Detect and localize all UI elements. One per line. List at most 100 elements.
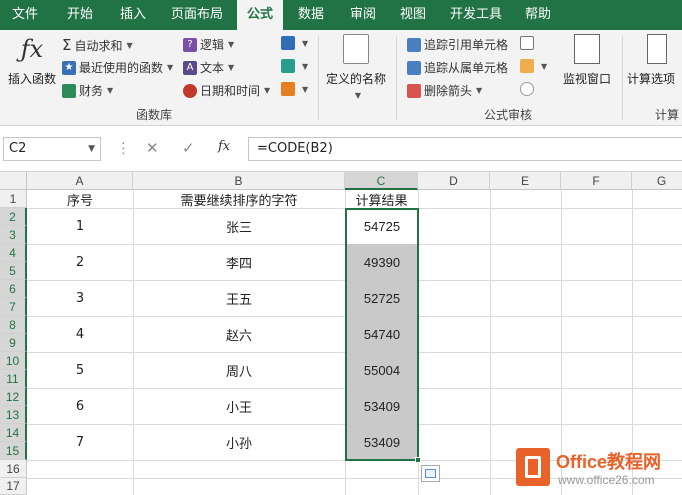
row-header-14[interactable]: 14: [0, 424, 27, 442]
cell-result[interactable]: 49390: [346, 244, 418, 280]
lookup-button[interactable]: ▼: [281, 36, 308, 50]
header-cell-result[interactable]: 计算结果: [345, 190, 418, 209]
auto-fill-options-button[interactable]: [421, 465, 440, 482]
select-all-corner[interactable]: [0, 172, 27, 190]
cell-result[interactable]: 54725: [346, 208, 418, 244]
column-header-a[interactable]: A: [27, 172, 133, 190]
row-header-9[interactable]: 9: [0, 334, 27, 352]
tab-file[interactable]: 文件: [0, 0, 50, 30]
cell-seq[interactable]: 1: [27, 208, 133, 244]
row-header-17[interactable]: 17: [0, 478, 27, 495]
ribbon: ƒx 插入函数 Σ 自动求和 ▼ ★ 最近使用的函数 ▼ 财务 ▼ ? 逻辑 ▼ A 文…: [0, 30, 682, 126]
cell-result[interactable]: 53409: [346, 388, 418, 424]
cell-char[interactable]: 赵六: [133, 316, 345, 352]
row-header-13[interactable]: 13: [0, 406, 27, 424]
tab-insert[interactable]: 插入: [108, 0, 158, 30]
logic-button[interactable]: ? 逻辑 ▼: [183, 36, 234, 53]
row-header-6[interactable]: 6: [0, 280, 27, 298]
cell-char[interactable]: 张三: [133, 208, 345, 244]
row-header-1[interactable]: 1: [0, 190, 27, 208]
more-functions-button[interactable]: ▼: [281, 82, 308, 96]
tab-review[interactable]: 审阅: [340, 0, 386, 30]
error-checking-button[interactable]: ▼: [520, 59, 547, 73]
enter-icon[interactable]: ✓: [182, 139, 195, 157]
cell-char[interactable]: 周八: [133, 352, 345, 388]
tab-view[interactable]: 视图: [390, 0, 436, 30]
row-header-15[interactable]: 15: [0, 442, 27, 460]
formula-auditing-group-label: 公式审核: [484, 108, 533, 122]
tab-help[interactable]: 帮助: [515, 0, 561, 30]
chevron-down-icon: ▼: [476, 86, 483, 95]
insert-function-label: 插入函数: [7, 72, 56, 86]
cell-char[interactable]: 小孙: [133, 424, 345, 460]
cell-seq[interactable]: 3: [27, 280, 133, 316]
chevron-down-icon: ▼: [167, 63, 174, 72]
chevron-down-icon: ▼: [107, 86, 114, 95]
cell-result[interactable]: 55004: [346, 352, 418, 388]
chevron-down-icon: ▼: [302, 84, 309, 94]
cell-char[interactable]: 小王: [133, 388, 345, 424]
datetime-button[interactable]: 日期和时间 ▼: [183, 82, 270, 99]
watch-window-button[interactable]: 监视窗口: [559, 34, 615, 87]
evaluate-formula-button[interactable]: [520, 82, 537, 96]
finance-button[interactable]: 财务 ▼: [62, 82, 113, 99]
math-button[interactable]: ▼: [281, 59, 308, 73]
tab-formulas[interactable]: 公式: [237, 0, 283, 30]
row-header-2[interactable]: 2: [0, 208, 27, 226]
cell-char[interactable]: 王五: [133, 280, 345, 316]
cell-seq[interactable]: 2: [27, 244, 133, 280]
ribbon-divider: [318, 36, 319, 120]
column-header-c[interactable]: C: [345, 172, 418, 190]
fill-handle[interactable]: [415, 457, 421, 463]
cell-seq[interactable]: 5: [27, 352, 133, 388]
formula-input[interactable]: =CODE(B2): [248, 137, 682, 161]
remove-arrows-button[interactable]: 删除箭头 ▼: [407, 82, 482, 99]
tab-page-layout[interactable]: 页面布局: [162, 0, 232, 30]
row-header-3[interactable]: 3: [0, 226, 27, 244]
name-box[interactable]: C2 ▼: [3, 137, 101, 161]
cell-result[interactable]: 54740: [346, 316, 418, 352]
column-header-g[interactable]: G: [632, 172, 682, 190]
row-header-16[interactable]: 16: [0, 460, 27, 478]
header-cell-chars[interactable]: 需要继续排序的字符: [133, 190, 345, 209]
cell-seq[interactable]: 7: [27, 424, 133, 460]
column-header-e[interactable]: E: [490, 172, 561, 190]
cancel-icon[interactable]: ✕: [146, 139, 159, 157]
calculation-group-label: 计算: [655, 108, 680, 122]
column-header-d[interactable]: D: [418, 172, 490, 190]
show-formulas-button[interactable]: [520, 36, 537, 50]
insert-function-icon[interactable]: fx: [218, 139, 230, 154]
tab-home[interactable]: 开始: [55, 0, 105, 30]
chevron-down-icon: ▼: [264, 86, 271, 95]
autosum-button[interactable]: Σ 自动求和 ▼: [62, 36, 133, 54]
row-header-11[interactable]: 11: [0, 370, 27, 388]
column-header-f[interactable]: F: [561, 172, 632, 190]
chevron-down-icon: ▼: [228, 63, 235, 72]
lookup-icon: [281, 36, 295, 50]
row-header-5[interactable]: 5: [0, 262, 27, 280]
row-header-8[interactable]: 8: [0, 316, 27, 334]
cell-result[interactable]: 53409: [346, 424, 418, 460]
defined-names-button[interactable]: 定义的名称▼: [323, 34, 389, 101]
trace-precedents-button[interactable]: 追踪引用单元格: [407, 36, 508, 53]
column-header-b[interactable]: B: [133, 172, 345, 190]
row-header-7[interactable]: 7: [0, 298, 27, 316]
text-button[interactable]: A 文本 ▼: [183, 59, 234, 76]
tab-developer[interactable]: 开发工具: [444, 0, 508, 30]
tab-data[interactable]: 数据: [288, 0, 334, 30]
more-icon: ⋮: [116, 139, 131, 157]
header-cell-seq[interactable]: 序号: [27, 190, 133, 209]
calculation-options-button[interactable]: 计算选项: [627, 34, 682, 87]
row-header-10[interactable]: 10: [0, 352, 27, 370]
cell-seq[interactable]: 6: [27, 388, 133, 424]
trace-dependents-button[interactable]: 追踪从属单元格: [407, 59, 508, 76]
fx-icon: ƒx: [20, 35, 44, 63]
insert-function-button[interactable]: ƒx 插入函数: [6, 34, 58, 87]
cell-char[interactable]: 李四: [133, 244, 345, 280]
row-header-12[interactable]: 12: [0, 388, 27, 406]
recent-functions-button[interactable]: ★ 最近使用的函数 ▼: [62, 59, 173, 76]
cell-seq[interactable]: 4: [27, 316, 133, 352]
row-header-4[interactable]: 4: [0, 244, 27, 262]
auto-fill-icon: [425, 469, 436, 478]
cell-result[interactable]: 52725: [346, 280, 418, 316]
